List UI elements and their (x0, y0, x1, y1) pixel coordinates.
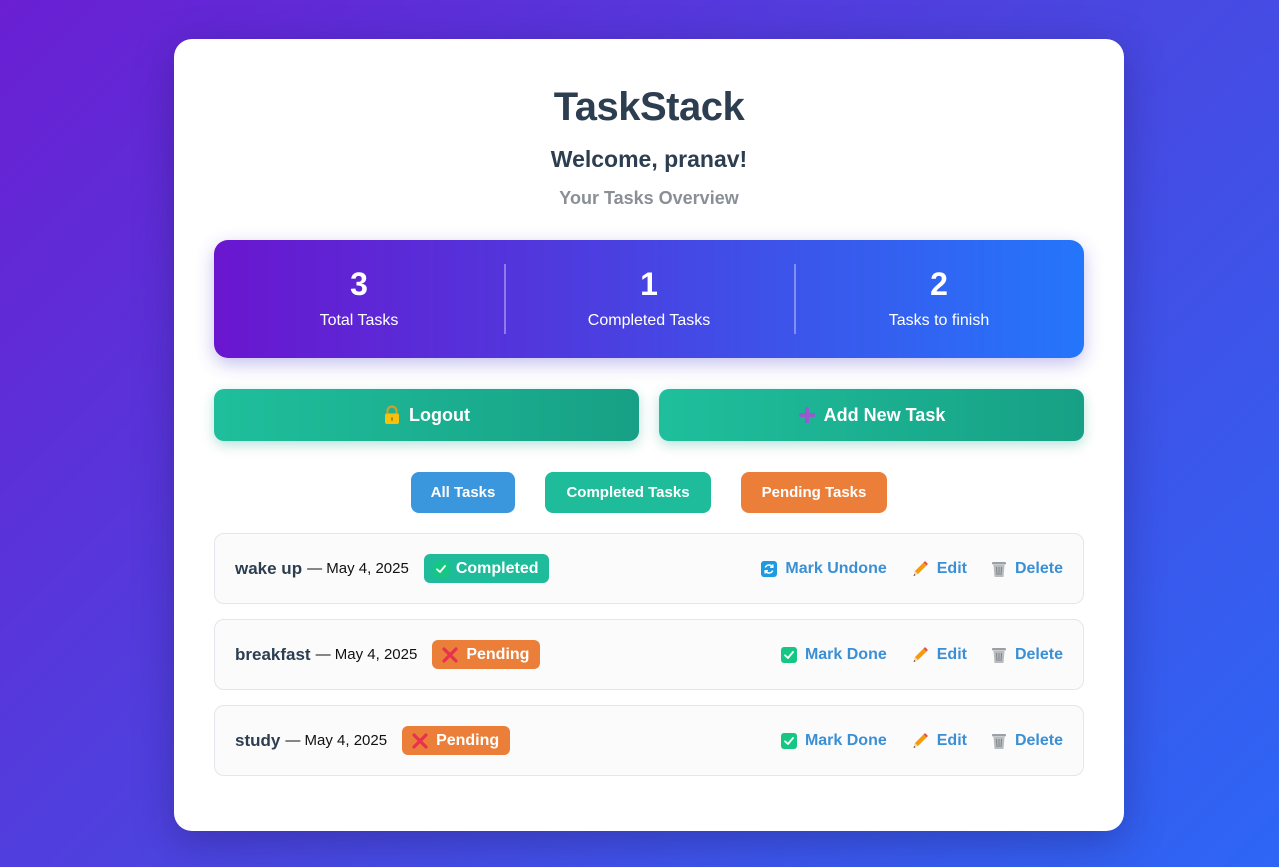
welcome-message: Welcome, pranav! (550, 146, 748, 172)
delete-button[interactable]: Delete (991, 732, 1063, 750)
mark-done-label: Mark Done (804, 645, 887, 663)
edit-button[interactable]: Edit (911, 560, 967, 578)
status-badge: Pending (432, 640, 541, 669)
checkbox-icon (780, 646, 797, 663)
edit-label: Edit (936, 731, 967, 749)
mark-done-button[interactable]: Mark Done (780, 645, 887, 664)
stat-value: 1 (640, 266, 658, 302)
stats-panel: 3 Total Tasks 1 Completed Tasks 2 Tasks … (214, 240, 1084, 358)
filter-all-button[interactable]: All Tasks (411, 472, 515, 513)
trash-icon (991, 732, 1007, 750)
mark-undone-label: Mark Undone (785, 559, 887, 577)
task-actions: Mark Done Edit Delete (757, 646, 1063, 664)
task-name: breakfast (235, 644, 311, 664)
trash-icon (991, 646, 1007, 664)
edit-button[interactable]: Edit (911, 732, 967, 750)
task-date: — May 4, 2025 (315, 646, 418, 663)
pencil-icon (911, 560, 929, 578)
task-row: wake up — May 4, 2025 Completed Mark Und… (214, 533, 1084, 604)
stat-value: 3 (350, 266, 368, 302)
task-actions: Mark Undone Edit Delete (737, 560, 1063, 578)
pencil-icon (911, 646, 929, 664)
delete-button[interactable]: Delete (991, 646, 1063, 664)
cross-icon (441, 646, 459, 664)
task-actions: Mark Done Edit Delete (757, 732, 1063, 750)
edit-label: Edit (936, 645, 967, 663)
task-name: study (235, 730, 281, 750)
checkbox-icon (780, 732, 797, 749)
filter-completed-button[interactable]: Completed Tasks (545, 472, 711, 513)
status-label: Pending (466, 645, 530, 663)
edit-label: Edit (936, 559, 967, 577)
task-name: wake up (235, 558, 303, 578)
task-row: breakfast — May 4, 2025 Pending Mark Don… (214, 619, 1084, 690)
mark-undone-button[interactable]: Mark Undone (761, 559, 887, 578)
status-badge: Completed (423, 554, 550, 583)
mark-done-label: Mark Done (804, 731, 887, 749)
stat-total: 3 Total Tasks (214, 240, 504, 358)
overview-subtitle: Your Tasks Overview (559, 188, 739, 208)
logout-button[interactable]: Logout (214, 389, 639, 441)
filter-pending-button[interactable]: Pending Tasks (741, 472, 887, 513)
main-card: TaskStack Welcome, pranav! Your Tasks Ov… (174, 39, 1124, 831)
stat-value: 2 (930, 266, 948, 302)
status-label: Completed (455, 559, 539, 577)
mark-done-button[interactable]: Mark Done (780, 731, 887, 750)
edit-button[interactable]: Edit (911, 646, 967, 664)
task-date: — May 4, 2025 (285, 732, 388, 749)
lock-icon (383, 405, 401, 425)
task-row: study — May 4, 2025 Pending Mark Done Ed… (214, 705, 1084, 776)
logout-label: Logout (409, 404, 470, 425)
add-task-label: Add New Task (823, 404, 946, 425)
trash-icon (991, 560, 1007, 578)
status-label: Pending (436, 731, 500, 749)
check-icon (432, 560, 449, 577)
delete-button[interactable]: Delete (991, 560, 1063, 578)
stat-label: Tasks to finish (888, 312, 990, 329)
task-date: — May 4, 2025 (307, 560, 409, 577)
cross-icon (411, 732, 429, 750)
page-title: TaskStack (553, 85, 745, 129)
delete-label: Delete (1014, 559, 1063, 577)
add-task-button[interactable]: Add New Task (659, 389, 1084, 441)
pencil-icon (911, 732, 929, 750)
delete-label: Delete (1014, 645, 1063, 663)
stat-label: Total Tasks (319, 312, 399, 329)
status-badge: Pending (402, 726, 511, 755)
plus-icon (798, 406, 816, 424)
refresh-icon (761, 560, 778, 577)
stat-remaining: 2 Tasks to finish (794, 240, 1084, 358)
stat-completed: 1 Completed Tasks (504, 240, 794, 358)
stat-label: Completed Tasks (587, 312, 711, 329)
delete-label: Delete (1014, 731, 1063, 749)
